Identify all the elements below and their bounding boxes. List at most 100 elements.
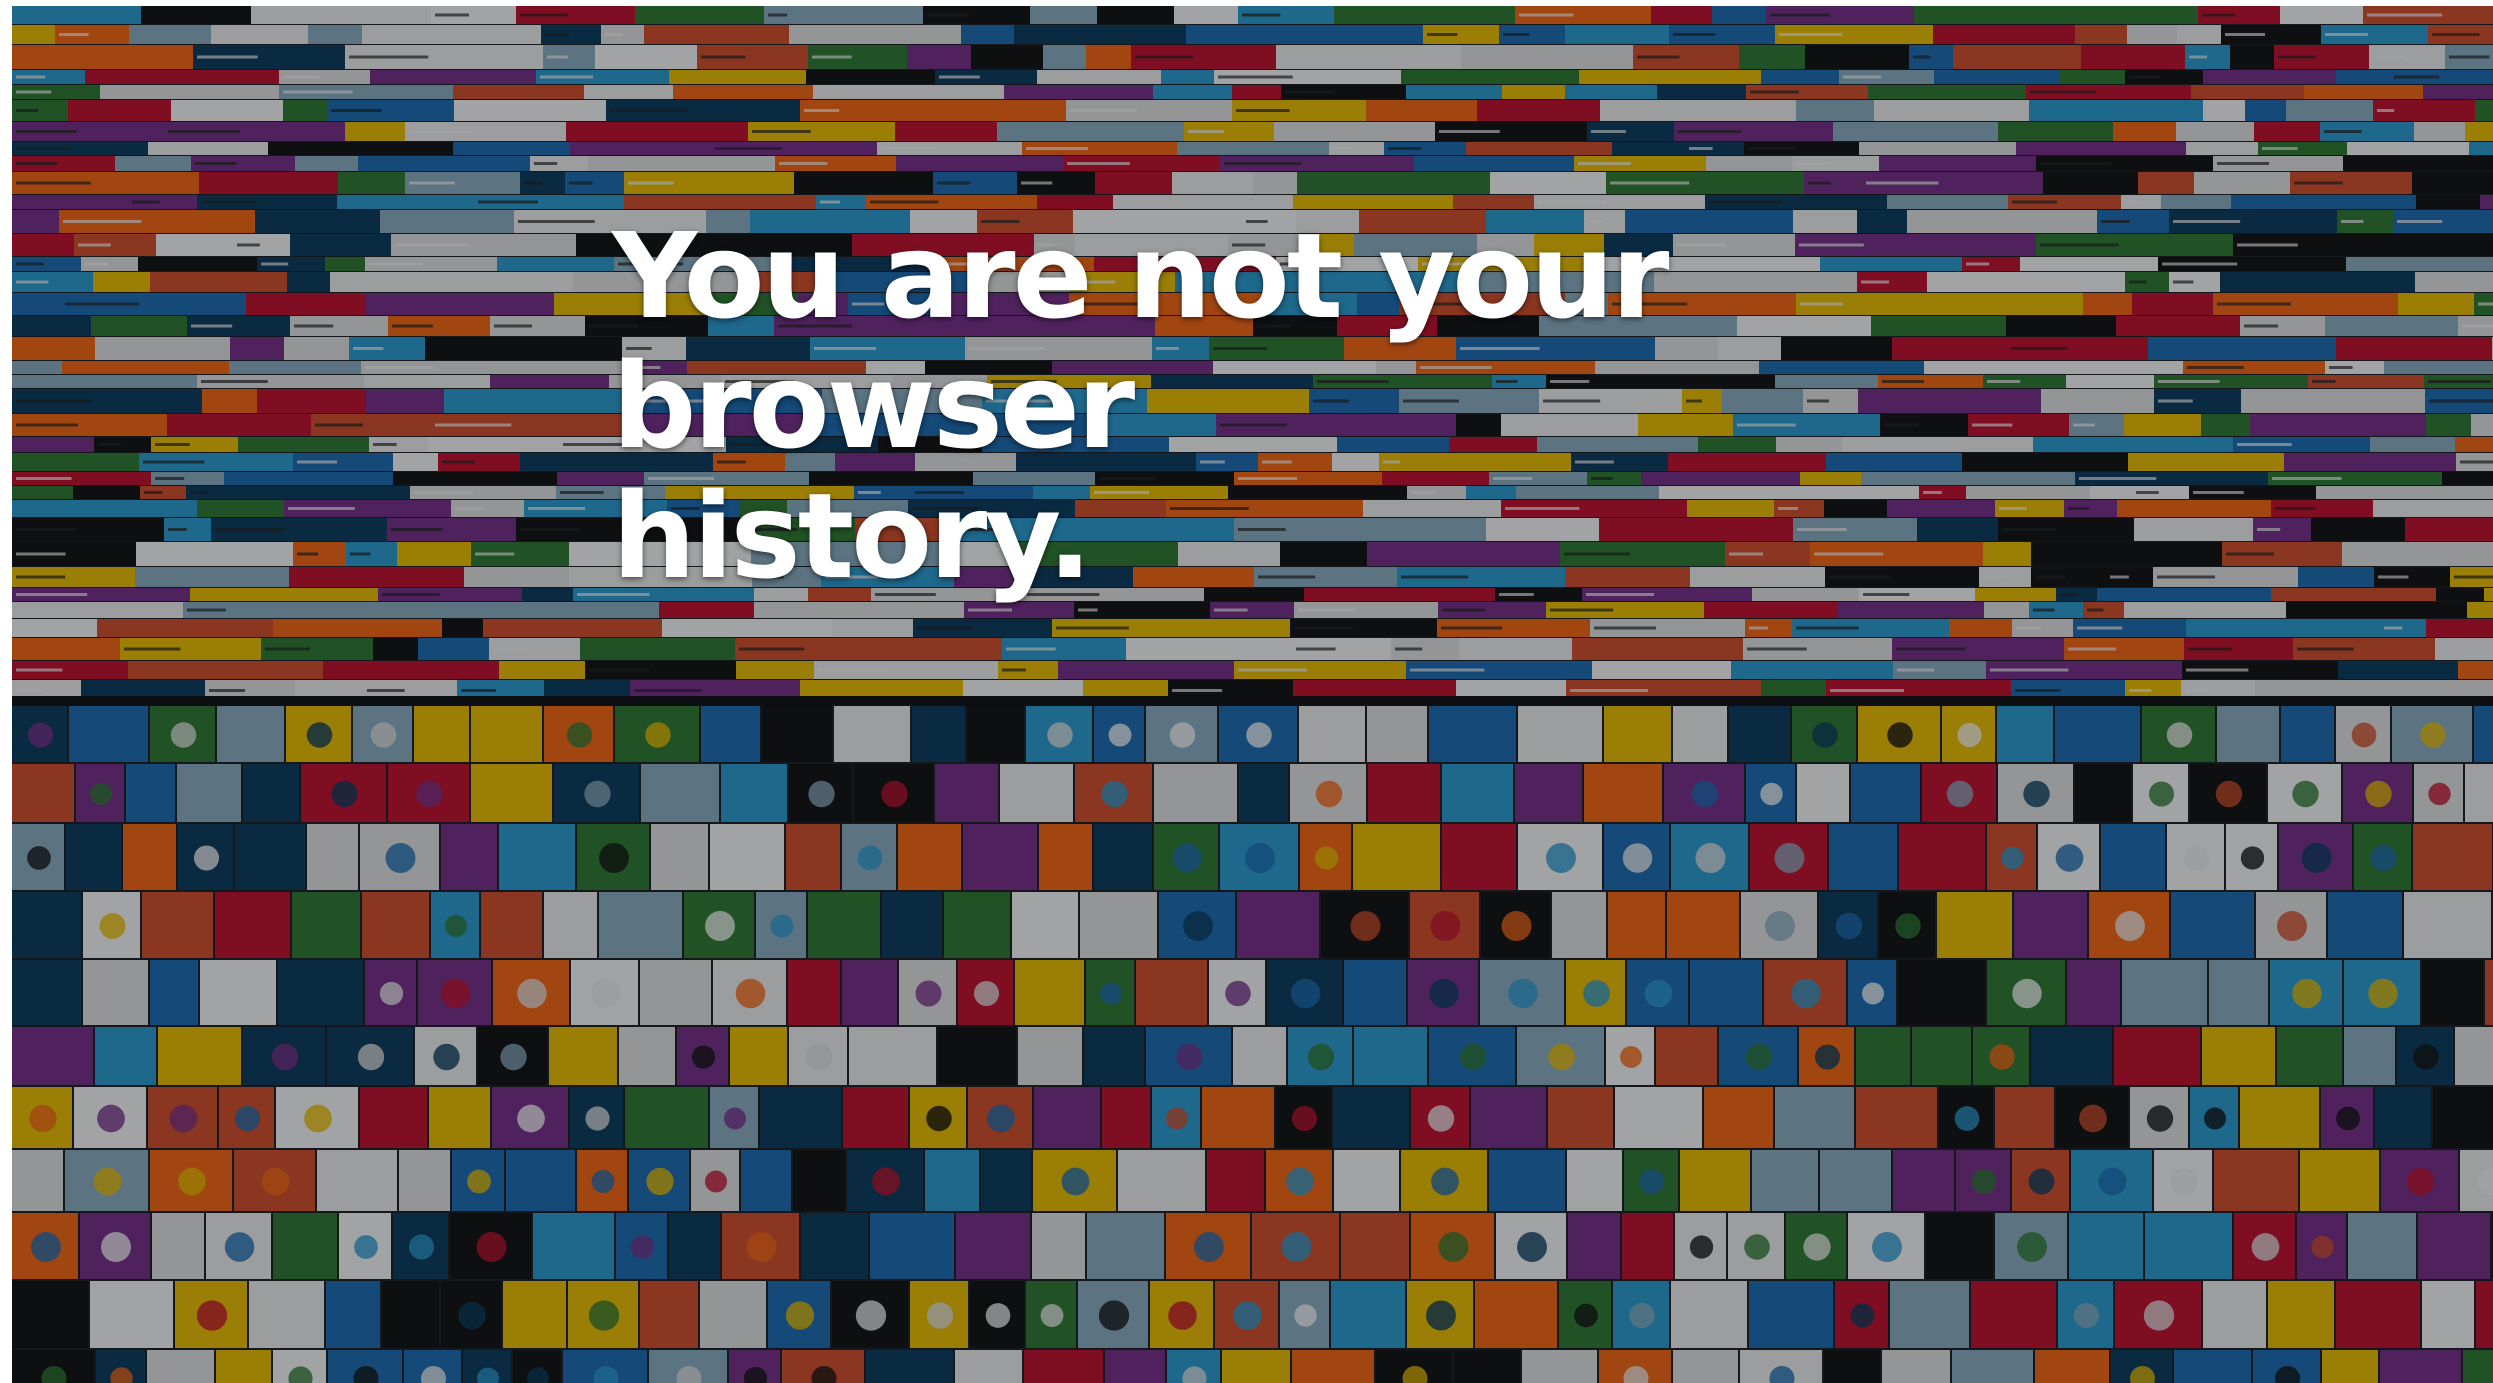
ad-tile xyxy=(1515,764,1582,822)
banner-ad-text-mark xyxy=(2226,552,2274,556)
banner-ad-text-mark xyxy=(16,262,44,266)
banner-ad-text-mark xyxy=(1843,75,1881,79)
banner-ad-strip xyxy=(454,100,606,121)
banner-ad-text-mark xyxy=(1026,147,1088,150)
banner-ad-strip xyxy=(2325,316,2458,336)
ad-tile-graphic xyxy=(99,913,126,939)
ad-tile-graphic xyxy=(1814,1044,1841,1070)
ad-tile-graphic xyxy=(500,1043,527,1071)
ad-tile-graphic xyxy=(785,1301,815,1330)
banner-ad-text-mark xyxy=(297,460,337,464)
ad-tile xyxy=(2476,1281,2493,1348)
ad-tile xyxy=(2055,706,2140,762)
ad-tile xyxy=(1890,1281,1969,1348)
banner-ad-strip xyxy=(2405,518,2493,541)
ad-tile-graphic xyxy=(261,1167,290,1196)
banner-ad-text-mark xyxy=(818,668,892,672)
banner-ad-text-mark xyxy=(1218,75,1293,79)
banner-ad-text-mark xyxy=(2373,55,2404,59)
banner-ad-text-mark xyxy=(2129,75,2161,79)
ad-tile xyxy=(1952,1350,2033,1383)
banner-ad-strip xyxy=(2458,661,2493,679)
ad-tile xyxy=(1673,706,1727,762)
ad-tile-graphic xyxy=(193,845,220,871)
banner-ad-text-mark xyxy=(1135,55,1193,59)
banner-ad-text-mark xyxy=(409,181,455,185)
ad-tile xyxy=(1331,1281,1405,1348)
ad-tile-graphic xyxy=(357,1043,385,1071)
banner-ad-text-mark xyxy=(78,243,111,247)
banner-ad-strip xyxy=(358,156,530,171)
ad-tile xyxy=(1604,706,1671,762)
ad-tile xyxy=(292,892,360,958)
banner-ad-text-mark xyxy=(939,75,980,79)
ad-tile xyxy=(2348,1213,2416,1279)
banner-ad-text-mark xyxy=(1078,608,1098,612)
banner-ad-strip xyxy=(366,389,444,413)
ad-tile-graphic xyxy=(2148,781,2175,807)
banner-ad-strip xyxy=(257,389,366,413)
banner-ad-strip xyxy=(12,486,73,499)
banner-ad-text-mark xyxy=(1866,181,1939,185)
ad-tile xyxy=(1012,892,1078,958)
banner-ad-text-mark xyxy=(715,147,782,150)
banner-ad-text-mark xyxy=(1709,200,1782,204)
banner-ad-strip xyxy=(2060,70,2125,84)
ad-tile xyxy=(2203,1281,2266,1348)
banner-ad-strip xyxy=(2148,337,2336,360)
banner-ad-text-mark xyxy=(2312,380,2336,383)
banner-ad-strip xyxy=(1953,45,2081,69)
ad-tile-graphic xyxy=(973,980,1000,1007)
banner-ad-strip xyxy=(1706,156,1792,171)
ad-tile xyxy=(2075,764,2131,822)
ad-tile-graphic xyxy=(1645,1104,1674,1133)
ad-tile xyxy=(1094,824,1152,890)
ad-tile-graphic xyxy=(2368,978,2398,1009)
banner-ad-text-mark xyxy=(1519,13,1574,17)
banner-ad-text-mark xyxy=(16,75,46,79)
ad-tile xyxy=(870,1213,954,1279)
slide: You are not your browser history. xyxy=(12,6,2493,1383)
ad-tile xyxy=(126,764,175,822)
banner-ad-strip xyxy=(490,375,609,388)
ad-tile xyxy=(866,1350,953,1383)
ad-tile-graphic xyxy=(224,1232,255,1262)
banner-ad-text-mark xyxy=(1596,668,1652,672)
banner-ad-strip xyxy=(2138,172,2194,194)
banner-ad-strip xyxy=(1490,172,1606,194)
banner-ad-text-mark xyxy=(2217,302,2291,306)
banner-ad-strip xyxy=(2435,638,2493,660)
ad-tile-graphic xyxy=(735,978,766,1009)
banner-ad-text-mark xyxy=(812,55,852,59)
banner-ad-text-mark xyxy=(168,130,241,133)
ad-tile xyxy=(1522,1350,1597,1383)
ad-tile xyxy=(471,764,552,822)
banner-ad-text-mark xyxy=(881,147,939,150)
banner-ad-strip xyxy=(2029,100,2203,121)
ad-tile xyxy=(760,1087,841,1148)
ad-tile xyxy=(955,1350,1022,1383)
collage-divider xyxy=(12,696,2493,706)
ad-tile xyxy=(481,892,542,958)
banner-ad-text-mark xyxy=(937,181,971,185)
banner-ad-strip xyxy=(287,272,330,292)
ad-tile xyxy=(1690,960,1762,1025)
banner-ad-strip xyxy=(570,142,711,155)
ad-tile xyxy=(843,1087,908,1148)
ad-tile-graphic xyxy=(2204,1107,2226,1130)
banner-ad-strip xyxy=(2024,6,2198,24)
ad-tile xyxy=(2413,824,2492,890)
banner-ad-strip xyxy=(2176,122,2254,141)
banner-ad-text-mark xyxy=(1188,130,1224,133)
ad-tile xyxy=(2455,1027,2493,1085)
banner-ad-strip xyxy=(12,453,139,471)
banner-ad-text-mark xyxy=(1678,130,1742,133)
ad-tile xyxy=(651,824,708,890)
banner-ad-strip xyxy=(2426,414,2471,436)
ad-tile xyxy=(963,824,1037,890)
banner-ad-text-mark xyxy=(779,162,828,165)
ad-tile xyxy=(1667,892,1739,958)
ad-tile-graphic xyxy=(1040,1304,1064,1327)
banner-ad-text-mark xyxy=(261,262,289,266)
banner-ad-text-mark xyxy=(2397,220,2443,223)
